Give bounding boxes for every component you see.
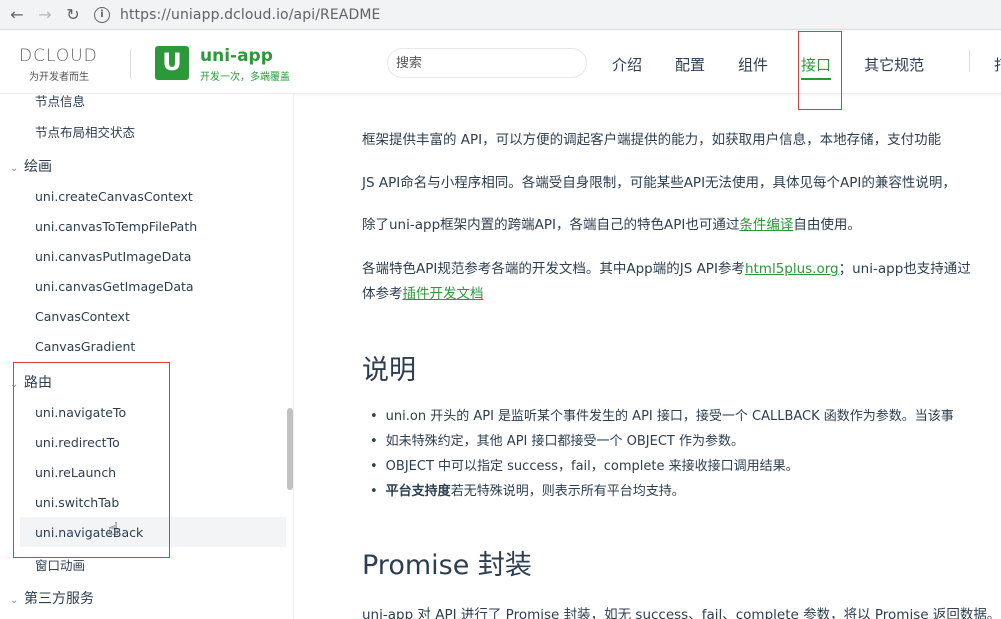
list-item: OBJECT 中可以指定 success，fail，complete 来接收接口… [370, 455, 799, 474]
chevron-down-icon: ⌄ [10, 595, 19, 606]
sidebar-group-label: 绘画 [24, 159, 52, 175]
site-header: DCLOUD 为开发者而生 U uni-app 开发一次，多端覆盖 介绍 配置 … [0, 30, 1001, 94]
text: 各端特色API规范参考各端的开发文档。其中App端的JS API参考 [362, 261, 745, 277]
heading-description: 说明 [362, 355, 416, 386]
list-item: uni.on 开头的 API 是监听某个事件发生的 API 接口，接受一个 CA… [370, 405, 954, 424]
sidebar-item[interactable]: 节点布局相交状态 [35, 122, 135, 141]
search-input[interactable] [387, 48, 587, 78]
sidebar-item[interactable]: CanvasContext [35, 309, 130, 324]
text: 体参考 [362, 286, 403, 302]
back-arrow-icon[interactable]: ← [6, 4, 28, 26]
link-html5plus[interactable]: html5plus.org [745, 261, 839, 277]
link-conditional-compile[interactable]: 条件编译 [739, 217, 793, 233]
uni-app-logo-icon[interactable]: U [155, 46, 189, 80]
chevron-down-icon: ⌄ [10, 163, 19, 174]
nav-separator [969, 50, 970, 72]
brand-subtitle: 开发一次，多端覆盖 [200, 72, 290, 83]
sidebar-group-label: 第三方服务 [24, 591, 94, 607]
sidebar-item[interactable]: uni.canvasGetImageData [35, 279, 194, 294]
forward-arrow-icon[interactable]: → [34, 4, 56, 26]
sidebar-item[interactable]: 节点信息 [35, 94, 85, 110]
paragraph-plugin: 体参考插件开发文档 [362, 282, 484, 302]
paragraph-promise: uni-app 对 API 进行了 Promise 封装，如无 success、… [362, 607, 1001, 619]
sidebar-item[interactable]: uni.createCanvasContext [35, 189, 193, 204]
bold-text: 平台支持度 [385, 484, 451, 499]
dcloud-wordmark: DCLOUD [19, 46, 98, 66]
paragraph-conditional: 除了uni-app框架内置的跨端API，各端自己的特色API也可通过条件编译自由… [362, 213, 861, 233]
hand-cursor-icon: ☝ [108, 519, 119, 540]
header-divider [130, 50, 131, 78]
dcloud-logo[interactable]: DCLOUD 为开发者而生 [19, 46, 119, 83]
paragraph-naming: JS API命名与小程序相同。各端受自身限制，可能某些API无法使用，具体见每个… [362, 175, 956, 191]
nav-truncated-item[interactable]: 打 [994, 54, 1001, 75]
sidebar-item[interactable]: uni.canvasPutImageData [35, 249, 191, 264]
list-item: 如未特殊约定，其他 API 接口都接受一个 OBJECT 作为参数。 [370, 430, 744, 449]
heading-promise: Promise 封装 [362, 550, 532, 581]
address-bar[interactable]: i https://uniapp.dcloud.io/api/README [94, 3, 380, 27]
browser-toolbar: ← → ↻ i https://uniapp.dcloud.io/api/REA… [0, 0, 1001, 30]
nav-components[interactable]: 组件 [738, 54, 768, 80]
main-content: 框架提供丰富的 API，可以方便的调起客户端提供的能力，如获取用户信息，本地存储… [295, 94, 1001, 619]
sidebar: 节点信息 节点布局相交状态 ⌄ 绘画 uni.createCanvasContex… [0, 94, 294, 619]
nav-other-specs[interactable]: 其它规范 [864, 54, 924, 80]
url-text[interactable]: https://uniapp.dcloud.io/api/README [120, 7, 380, 23]
site-info-icon[interactable]: i [94, 6, 110, 23]
reload-icon[interactable]: ↻ [62, 4, 84, 26]
list-item: 平台支持度若无特殊说明，则表示所有平台均支持。 [370, 480, 685, 499]
text: 自由使用。 [793, 217, 861, 233]
text: 若无特殊说明，则表示所有平台均支持。 [450, 484, 685, 499]
brand-title[interactable]: uni-app [200, 46, 273, 66]
paragraph-platform-api: 各端特色API规范参考各端的开发文档。其中App端的JS API参考html5p… [362, 257, 971, 277]
text: ；uni-app也支持通过 [838, 261, 971, 277]
text: 除了uni-app框架内置的跨端API，各端自己的特色API也可通过 [362, 217, 740, 233]
sidebar-group-third-party[interactable]: ⌄ 第三方服务 [10, 588, 94, 608]
dcloud-tagline: 为开发者而生 [29, 72, 89, 83]
link-plugin-docs[interactable]: 插件开发文档 [403, 286, 484, 302]
sidebar-group-drawing[interactable]: ⌄ 绘画 [10, 156, 52, 176]
sidebar-item[interactable]: uni.canvasToTempFilePath [35, 219, 197, 234]
top-nav: 介绍 配置 组件 接口 其它规范 [612, 54, 957, 80]
annotation-box-routing [13, 362, 170, 558]
paragraph-intro: 框架提供丰富的 API，可以方便的调起客户端提供的能力，如获取用户信息，本地存储… [362, 132, 942, 148]
sidebar-item[interactable]: CanvasGradient [35, 339, 135, 354]
nav-config[interactable]: 配置 [675, 54, 705, 80]
sidebar-scrollbar[interactable] [287, 408, 293, 490]
nav-intro[interactable]: 介绍 [612, 54, 642, 80]
